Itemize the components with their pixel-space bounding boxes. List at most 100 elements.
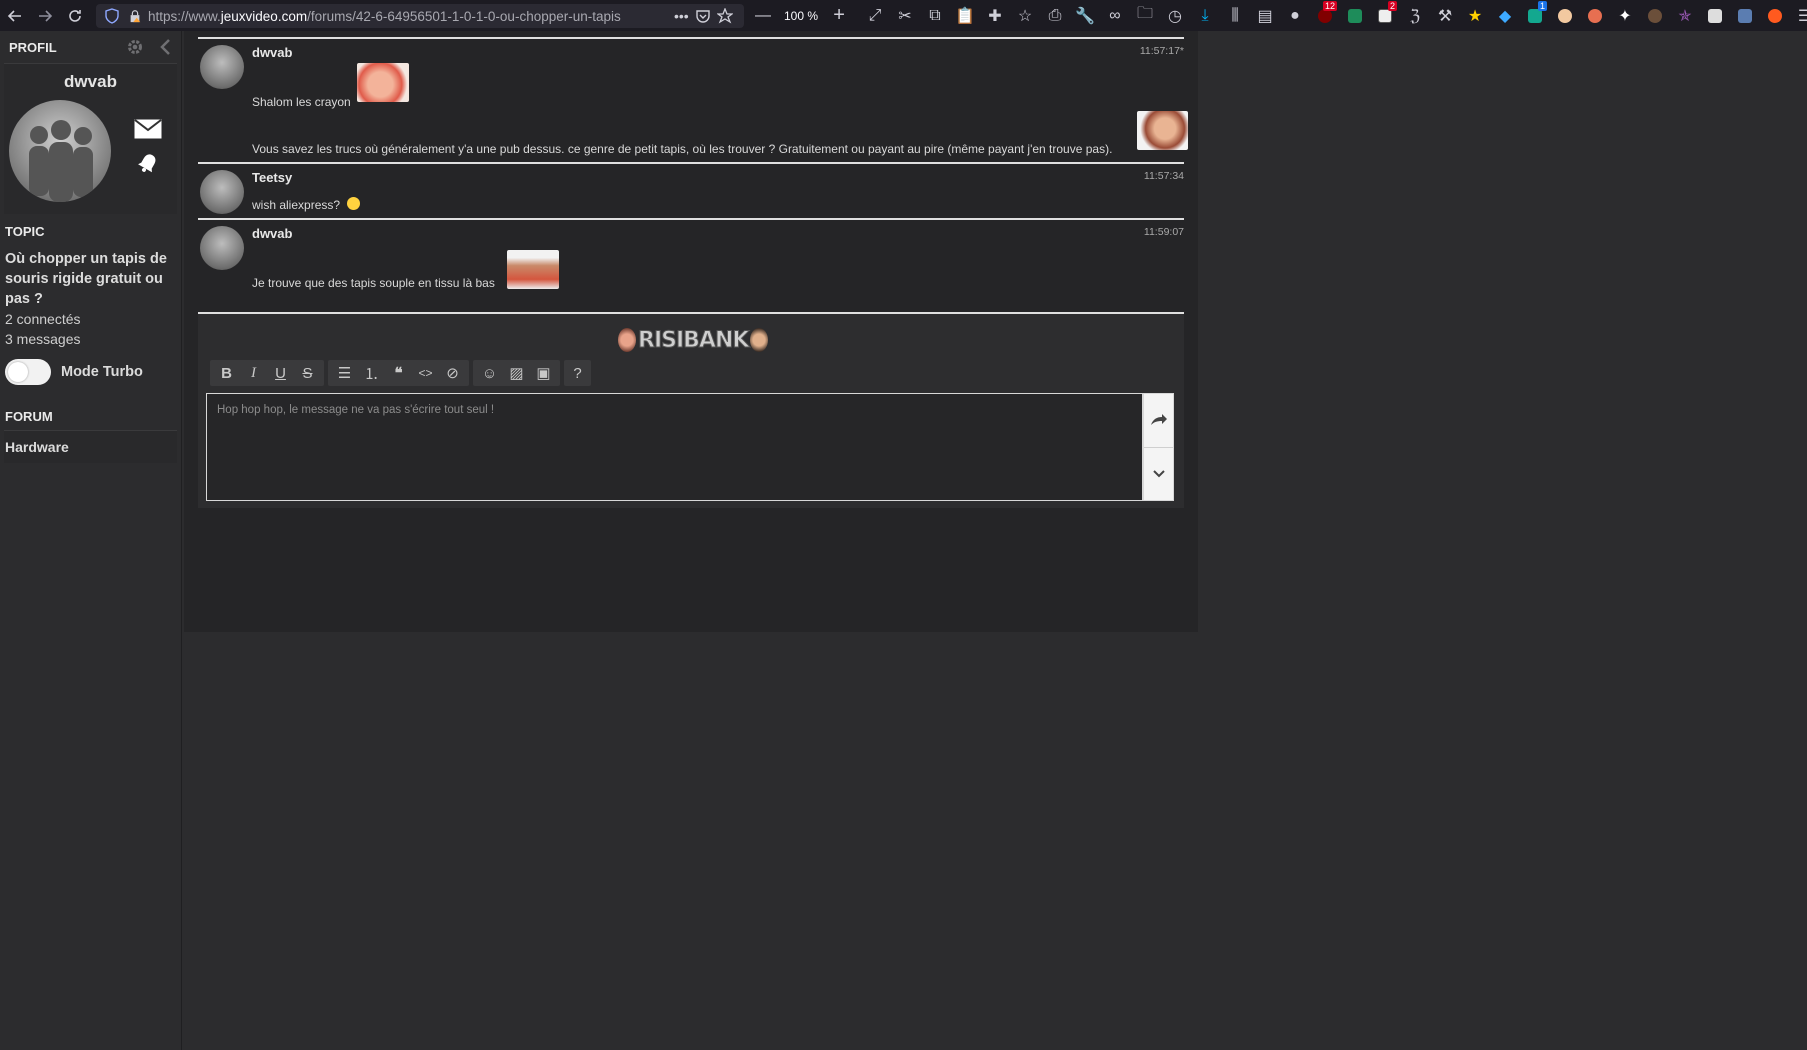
browser-toolbar: https://www.jeuxvideo.com/forums/42-6-64…: [0, 0, 1807, 31]
sticker-image[interactable]: [507, 250, 559, 289]
ext-s[interactable]: 1: [1520, 0, 1550, 31]
message-time[interactable]: 11:57:34: [1144, 170, 1184, 182]
addons-button[interactable]: ✚: [980, 0, 1010, 31]
strikethrough-icon: S: [302, 364, 313, 382]
zoom-out-button[interactable]: —: [748, 0, 778, 31]
editor-toolbar: B I U S ☰ ⒈ ❝ <> ⊘ ☺ ▨ ▣ ?: [210, 360, 591, 386]
message-time[interactable]: 11:57:17*: [1140, 45, 1184, 57]
underline-button[interactable]: U: [267, 360, 294, 386]
copy-button[interactable]: ⧉: [920, 0, 950, 31]
reload-icon: [69, 9, 81, 22]
account-icon: ●: [1290, 6, 1300, 24]
bold-button[interactable]: B: [213, 360, 240, 386]
gear-icon[interactable]: [126, 38, 144, 56]
paste-button[interactable]: 📋: [950, 0, 980, 31]
cut-button[interactable]: ✂: [890, 0, 920, 31]
ext-star[interactable]: ★: [1460, 0, 1490, 31]
downloads-button[interactable]: ⤓: [1190, 0, 1220, 31]
left-sidebar: PROFIL dwvab TOPIC Où chopper un tapis d…: [0, 31, 182, 1050]
ext-globe[interactable]: [1580, 0, 1610, 31]
gem-icon: ◆: [1498, 7, 1512, 25]
sidebar-button[interactable]: ▤: [1250, 0, 1280, 31]
sticker-image[interactable]: [1137, 111, 1188, 150]
risibank-logo[interactable]: RISIBANK: [618, 326, 769, 354]
topic-title[interactable]: Où chopper un tapis de souris rigide gra…: [5, 249, 176, 309]
ext-gem[interactable]: ◆: [1490, 0, 1520, 31]
tools-button[interactable]: 🔧: [1070, 0, 1100, 31]
avatar[interactable]: [9, 100, 111, 202]
mail-icon[interactable]: [134, 119, 162, 139]
reload-button[interactable]: [60, 0, 90, 31]
bookmarks-toolbar-button[interactable]: ☆: [1010, 0, 1040, 31]
sticker-image[interactable]: [357, 63, 409, 102]
pocket-icon[interactable]: [695, 8, 711, 24]
private-window-button[interactable]: ∞: [1100, 0, 1130, 31]
help-button[interactable]: ?: [564, 360, 591, 386]
message-avatar[interactable]: [200, 170, 244, 214]
message-avatar[interactable]: [200, 226, 244, 270]
plus-icon: +: [833, 4, 845, 26]
fullscreen-button[interactable]: ⤢: [860, 0, 890, 31]
chevron-down-icon: [1152, 470, 1165, 478]
ext-script[interactable]: ℨ: [1400, 0, 1430, 31]
turbo-toggle[interactable]: [5, 359, 51, 385]
bulleted-list-button[interactable]: ☰: [331, 360, 358, 386]
clipboard-icon: 📋: [955, 7, 975, 25]
shield-icon[interactable]: [104, 8, 120, 24]
message-text: Shalom les crayon: [252, 95, 351, 109]
print-button[interactable]: ⎙: [1040, 0, 1070, 31]
zoom-level[interactable]: 100 %: [778, 9, 824, 23]
url-text[interactable]: https://www.jeuxvideo.com/forums/42-6-64…: [148, 9, 668, 24]
smiley-button[interactable]: ☺: [476, 360, 503, 386]
post-button[interactable]: [1144, 394, 1173, 447]
bell-icon[interactable]: [137, 152, 159, 174]
ext-screen[interactable]: [1730, 0, 1760, 31]
url-bar[interactable]: https://www.jeuxvideo.com/forums/42-6-64…: [96, 4, 744, 28]
ublock-extension[interactable]: 12: [1310, 0, 1340, 31]
ext-square[interactable]: [1700, 0, 1730, 31]
zoom-in-button[interactable]: +: [824, 0, 854, 31]
video-button[interactable]: ▣: [530, 360, 557, 386]
lock-warning-icon[interactable]: [128, 9, 142, 23]
back-button[interactable]: [0, 0, 30, 31]
yellow-star-icon: ★: [1467, 7, 1483, 25]
strikethrough-button[interactable]: S: [294, 360, 321, 386]
ext-ghost[interactable]: ✦: [1610, 0, 1640, 31]
send-buttons: [1143, 393, 1174, 501]
chevron-left-icon[interactable]: [158, 38, 172, 56]
ext-purple[interactable]: ✯: [1670, 0, 1700, 31]
italic-button[interactable]: I: [240, 360, 267, 386]
message-input[interactable]: [206, 393, 1143, 501]
underline-icon: U: [275, 364, 286, 382]
bookmark-star-icon[interactable]: [716, 8, 733, 24]
forum-link[interactable]: Hardware: [4, 431, 177, 463]
history-button[interactable]: ◷: [1160, 0, 1190, 31]
account-button[interactable]: ●: [1280, 0, 1310, 31]
page-actions-icon[interactable]: •••: [674, 8, 689, 24]
message-time[interactable]: 11:59:07: [1144, 226, 1184, 238]
profile-username[interactable]: dwvab: [4, 64, 177, 92]
message-author[interactable]: dwvab: [252, 45, 292, 60]
message-author[interactable]: dwvab: [252, 226, 292, 241]
quote-icon: ❝: [394, 365, 403, 382]
message-item: Teetsy 11:57:34 wish aliexpress?: [198, 162, 1184, 217]
spoiler-button[interactable]: ⊘: [439, 360, 466, 386]
ext-tool[interactable]: ⚒: [1430, 0, 1460, 31]
image-button[interactable]: ▨: [503, 360, 530, 386]
more-options-button[interactable]: [1144, 446, 1173, 501]
menu-button[interactable]: ☰: [1790, 0, 1807, 31]
forward-button[interactable]: [30, 0, 60, 31]
quote-button[interactable]: ❝: [385, 360, 412, 386]
ext-cookie[interactable]: [1550, 0, 1580, 31]
message-author[interactable]: Teetsy: [252, 170, 292, 185]
numbered-list-button[interactable]: ⒈: [358, 360, 385, 386]
ext-check[interactable]: [1640, 0, 1670, 31]
code-button[interactable]: <>: [412, 360, 439, 386]
mail-extension[interactable]: [1340, 0, 1370, 31]
ext-fire[interactable]: [1760, 0, 1790, 31]
ext-2[interactable]: 2: [1370, 0, 1400, 31]
message-avatar[interactable]: [200, 45, 244, 89]
connected-count[interactable]: 2 connectés: [5, 309, 176, 329]
library-button[interactable]: ⫼: [1220, 0, 1250, 31]
open-file-button[interactable]: 🗀: [1130, 0, 1160, 31]
